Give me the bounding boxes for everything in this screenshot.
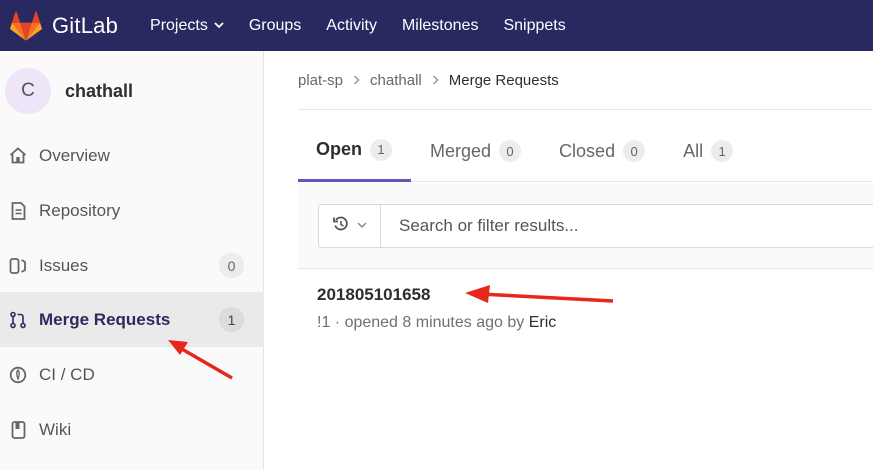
project-name[interactable]: chathall xyxy=(65,81,133,102)
top-navbar: GitLab Projects Groups Activity Mileston… xyxy=(0,0,873,51)
project-sidebar: C chathall Overview Repository Issues 0 … xyxy=(0,51,264,470)
tab-count-badge: 0 xyxy=(499,140,522,162)
breadcrumb-current[interactable]: Merge Requests xyxy=(449,72,559,89)
history-icon xyxy=(332,216,349,237)
breadcrumb-group[interactable]: plat-sp xyxy=(298,72,343,89)
annotation-arrow-title xyxy=(465,285,614,303)
tab-label: Merged xyxy=(430,140,492,161)
merge-request-meta-text: !1 · opened 8 minutes ago by xyxy=(317,314,529,331)
tab-label: Open xyxy=(316,139,363,159)
tab-all[interactable]: All 1 xyxy=(664,120,752,182)
breadcrumb: plat-sp chathall Merge Requests xyxy=(298,72,559,89)
nav-activity[interactable]: Activity xyxy=(326,17,377,35)
merge-request-author[interactable]: Eric xyxy=(529,314,557,331)
filter-area xyxy=(298,183,873,269)
sidebar-item-wiki[interactable]: Wiki xyxy=(0,402,264,457)
nav-projects-label: Projects xyxy=(150,16,208,34)
tab-label: All xyxy=(683,140,704,161)
breadcrumb-project[interactable]: chathall xyxy=(370,72,422,89)
sidebar-item-label: Merge Requests xyxy=(39,309,171,329)
chevron-right-icon xyxy=(353,74,360,88)
tab-count-badge: 1 xyxy=(370,138,393,161)
annotation-arrow-sidebar xyxy=(168,340,233,380)
sidebar-item-issues[interactable]: Issues 0 xyxy=(0,238,264,293)
tab-count-badge: 1 xyxy=(711,140,734,162)
gitlab-fox-icon xyxy=(10,10,42,41)
filtered-search-box xyxy=(318,204,873,248)
merge-request-meta: !1 · opened 8 minutes ago by Eric xyxy=(317,314,556,332)
sidebar-item-label: Issues xyxy=(39,255,89,275)
merge-requests-count-badge: 1 xyxy=(219,307,244,332)
recent-searches-button[interactable] xyxy=(319,205,381,247)
gitlab-logo[interactable]: GitLab xyxy=(10,10,118,41)
issues-icon xyxy=(9,257,27,275)
chevron-down-icon xyxy=(214,20,224,32)
project-header[interactable]: C chathall xyxy=(0,51,263,131)
tab-count-badge: 0 xyxy=(623,140,646,162)
book-icon xyxy=(9,420,27,439)
nav-groups[interactable]: Groups xyxy=(249,17,301,35)
sidebar-item-label: Wiki xyxy=(39,419,72,439)
sidebar-item-label: Overview xyxy=(39,145,110,165)
breadcrumb-divider xyxy=(298,109,873,110)
home-icon xyxy=(9,147,27,165)
sidebar-item-label: CI / CD xyxy=(39,364,95,384)
nav-milestones[interactable]: Milestones xyxy=(402,17,478,35)
project-avatar: C xyxy=(5,68,51,114)
sidebar-item-overview[interactable]: Overview xyxy=(0,128,264,183)
chevron-right-icon xyxy=(432,74,439,88)
nav-projects[interactable]: Projects xyxy=(150,17,224,35)
nav-snippets[interactable]: Snippets xyxy=(503,17,565,35)
document-icon xyxy=(9,201,27,220)
merge-request-title[interactable]: 201805101658 xyxy=(317,285,430,305)
sidebar-item-label: Repository xyxy=(39,200,121,220)
issues-count-badge: 0 xyxy=(219,253,244,278)
tab-merged[interactable]: Merged 0 xyxy=(411,120,540,182)
chevron-down-icon xyxy=(356,221,367,232)
merge-request-icon xyxy=(9,311,27,329)
brand-name[interactable]: GitLab xyxy=(52,13,118,39)
sidebar-item-repository[interactable]: Repository xyxy=(0,183,264,238)
rocket-icon xyxy=(9,366,27,384)
tab-open[interactable]: Open 1 xyxy=(298,120,412,182)
search-input[interactable] xyxy=(399,216,859,236)
tab-closed[interactable]: Closed 0 xyxy=(540,120,664,182)
tab-label: Closed xyxy=(559,140,616,161)
mr-state-tabs: Open 1 Merged 0 Closed 0 All 1 xyxy=(298,120,873,182)
